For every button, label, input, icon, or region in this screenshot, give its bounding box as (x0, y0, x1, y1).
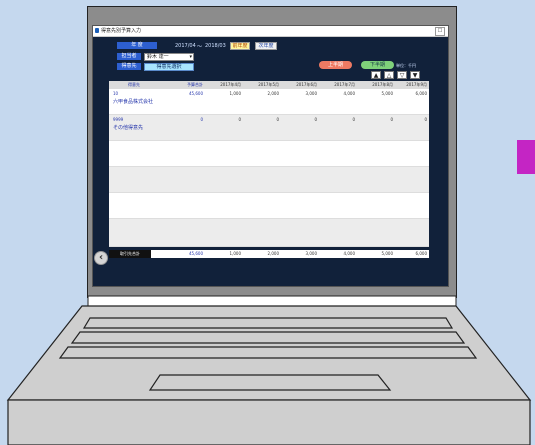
nav-first-button[interactable]: ▲ (371, 71, 381, 79)
title-bar: 得意先別予算入力 ☐ (93, 26, 448, 37)
manager-select-value: 鈴木 達一 (147, 54, 169, 60)
row-month-value[interactable]: 4,000 (319, 91, 355, 96)
customer-select-button[interactable]: 得意先選択 (144, 63, 194, 71)
empty-row[interactable] (109, 219, 429, 247)
row-month-value[interactable]: 2,000 (243, 91, 279, 96)
totals-month: 6,000 (415, 251, 427, 256)
empty-row[interactable] (109, 167, 429, 193)
side-marker (517, 140, 535, 174)
app-icon (95, 28, 99, 33)
nav-last-button[interactable]: ▼ (410, 71, 420, 79)
table-row[interactable]: 10 六甲食品株式会社 45,600 1,000 2,000 3,000 4,0… (109, 89, 429, 115)
period-label: 年 度 (117, 42, 157, 49)
unit-label: 単位：千円 (396, 63, 416, 68)
header-month: 2017年4月 (220, 82, 241, 87)
header-month: 2017年5月 (258, 82, 279, 87)
row-name: その他得意先 (113, 125, 144, 131)
empty-row[interactable] (109, 141, 429, 167)
header-month: 2017年6月 (296, 82, 317, 87)
touchpad[interactable] (148, 374, 392, 391)
row-month-value[interactable]: 0 (393, 117, 427, 122)
keyboard-row (70, 331, 466, 344)
keyboard-row (82, 317, 454, 329)
table-row[interactable]: 9999 その他得意先 0 0 0 0 0 0 0 (109, 115, 429, 141)
window-title: 得意先別予算入力 (101, 28, 142, 34)
totals-month: 3,000 (305, 251, 317, 256)
row-code: 10 (113, 91, 119, 96)
next-year-button[interactable]: 次年度 (255, 42, 277, 50)
row-month-value[interactable]: 5,000 (357, 91, 393, 96)
keyboard-row (58, 346, 478, 359)
chevron-down-icon: ▾ (189, 54, 192, 60)
totals-label: 取引先合計 (109, 250, 151, 258)
empty-row[interactable] (109, 193, 429, 219)
laptop-hinge (87, 295, 457, 307)
laptop-front (7, 399, 531, 445)
header-total: 予算合計 (187, 82, 203, 87)
totals-total: 45,600 (189, 251, 203, 256)
first-half-button[interactable]: 上半期 (319, 61, 352, 69)
grid-header: 得意先 予算合計 2017年4月 2017年5月 2017年6月 2017年7月… (109, 81, 429, 89)
period-from: 2017/04 (175, 43, 196, 49)
nav-up-button[interactable]: △ (384, 71, 394, 79)
row-total: 0 (200, 117, 203, 122)
totals-month: 4,000 (343, 251, 355, 256)
header-month: 2017年8月 (372, 82, 393, 87)
header-customer: 得意先 (128, 82, 140, 87)
totals-month: 2,000 (267, 251, 279, 256)
row-month-value[interactable]: 6,000 (393, 91, 427, 96)
row-month-value[interactable]: 0 (205, 117, 241, 122)
period-separator: 〜 (197, 44, 203, 50)
row-month-value[interactable]: 0 (319, 117, 355, 122)
row-month-value[interactable]: 3,000 (281, 91, 317, 96)
back-arrow-icon[interactable]: ‹ (94, 251, 108, 265)
nav-down-button[interactable]: ▽ (397, 71, 407, 79)
manager-label: 担当者 (117, 53, 141, 60)
second-half-button[interactable]: 下半期 (361, 61, 394, 69)
budget-grid: 得意先 予算合計 2017年4月 2017年5月 2017年6月 2017年7月… (109, 81, 429, 247)
manager-select[interactable]: 鈴木 達一 ▾ (144, 53, 194, 61)
totals-row: 取引先合計 45,600 1,000 2,000 3,000 4,000 5,0… (109, 250, 429, 258)
totals-month: 5,000 (381, 251, 393, 256)
this-year-button[interactable]: 前年度 (230, 42, 250, 50)
row-month-value[interactable]: 0 (243, 117, 279, 122)
totals-month: 1,000 (229, 251, 241, 256)
header-month: 2017年7月 (334, 82, 355, 87)
row-month-value[interactable]: 1,000 (205, 91, 241, 96)
row-total: 45,600 (189, 91, 203, 96)
period-to: 2018/03 (205, 43, 226, 49)
row-code: 9999 (113, 117, 124, 122)
laptop-base (6, 295, 532, 445)
customer-label: 得意先 (117, 63, 141, 70)
row-name: 六甲食品株式会社 (113, 99, 154, 105)
header-month: 2017年9月 (406, 82, 427, 87)
maximize-button[interactable]: ☐ (435, 27, 445, 36)
row-month-value[interactable]: 0 (281, 117, 317, 122)
app-window: 得意先別予算入力 ☐ 年 度 2017/04 〜 2018/03 前年度 次年度… (92, 25, 449, 287)
row-month-value[interactable]: 0 (357, 117, 393, 122)
